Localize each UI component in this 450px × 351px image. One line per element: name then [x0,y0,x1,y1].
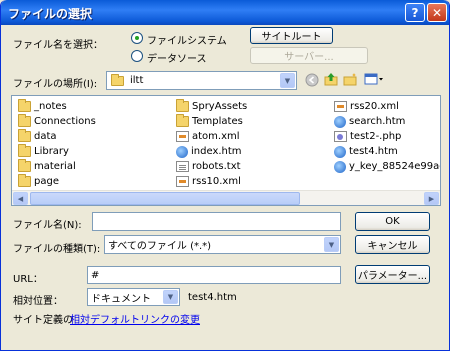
scroll-right-icon[interactable]: ▶ [424,192,439,205]
list-item[interactable]: robots.txt [176,159,241,174]
xml-file-icon [176,176,189,187]
new-folder-icon[interactable] [343,72,357,86]
cancel-button[interactable]: キャンセル [355,235,430,254]
folder-icon [18,159,31,172]
location-dropdown[interactable]: iltt ▼ [106,71,297,90]
xml-file-icon [176,131,189,142]
filetype-value: すべてのファイル (*.*) [108,241,212,252]
list-item[interactable]: data [18,129,57,144]
select-by-label: ファイル名を選択： [13,40,103,51]
folder-icon [18,174,31,187]
site-def-label: サイト定義の [13,315,73,326]
list-item[interactable]: SpryAssets [176,99,247,114]
html-file-icon [176,145,188,158]
radio-filesystem-label[interactable]: ファイルシステム [147,32,227,47]
list-item[interactable]: page [18,174,59,189]
folder-icon [18,129,31,142]
parameters-button[interactable]: パラメーター... [355,265,430,284]
radio-datasource-label[interactable]: データソース [147,50,207,65]
filename-label: ファイル名(N): [13,220,82,231]
list-item[interactable]: test2-.php [334,129,401,144]
scroll-left-icon[interactable]: ◀ [13,192,28,205]
url-input[interactable]: # [87,266,341,284]
file-list[interactable]: _notes Connections data Library material… [11,95,441,206]
list-item[interactable]: index.htm [176,144,242,159]
folder-icon [111,73,124,86]
url-label: URL： [13,274,43,285]
list-item[interactable]: rss20.xml [334,99,399,114]
list-item[interactable]: y_key_88524e99ad [334,159,440,174]
close-button[interactable]: ✕ [427,3,447,22]
file-select-dialog: ファイルの選択 ? ✕ ファイル名を選択： ファイルシステム データソース サイ… [0,0,450,351]
scrollbar-thumb[interactable] [30,192,300,205]
filename-input[interactable] [92,212,341,231]
html-file-icon [334,145,346,158]
ok-button[interactable]: OK [355,212,430,231]
change-default-link[interactable]: 相対デフォルトリンクの変更 [70,311,200,326]
location-value: iltt [130,75,144,86]
up-folder-icon[interactable] [324,72,338,86]
filetype-label: ファイルの種類(T): [13,244,101,255]
radio-filesystem[interactable] [131,32,143,44]
list-item[interactable]: _notes [18,99,67,114]
title-bar[interactable]: ファイルの選択 ? ✕ [1,0,449,25]
folder-icon [18,99,31,112]
list-item[interactable]: Library [18,144,69,159]
php-file-icon [334,131,347,142]
list-item[interactable]: material [18,159,76,174]
relative-value: ドキュメント [91,293,151,305]
filetype-dropdown[interactable]: すべてのファイル (*.*) ▼ [104,235,341,254]
chevron-down-icon[interactable]: ▼ [280,73,295,88]
relative-file: test4.htm [188,292,237,303]
text-file-icon [176,161,189,172]
folder-icon [176,99,189,112]
server-button[interactable]: サーバー... [250,47,368,64]
chevron-down-icon[interactable]: ▼ [163,290,178,304]
radio-datasource[interactable] [131,50,143,62]
back-icon[interactable] [305,73,319,87]
html-file-icon [334,115,346,128]
list-item[interactable]: rss10.xml [176,174,241,189]
html-file-icon [334,160,346,173]
list-item[interactable]: Connections [18,114,96,129]
relative-dropdown[interactable]: ドキュメント ▼ [87,288,180,306]
window-title: ファイルの選択 [8,7,93,21]
horizontal-scrollbar[interactable]: ◀ ▶ [12,190,440,205]
xml-file-icon [334,101,347,112]
folder-icon [176,114,189,127]
location-label: ファイルの場所(I): [13,79,98,90]
relative-label: 相対位置： [13,296,63,307]
list-item[interactable]: test4.htm [334,144,398,159]
chevron-down-icon[interactable]: ▼ [324,237,339,252]
list-item[interactable]: search.htm [334,114,405,129]
site-root-button[interactable]: サイトルート [250,27,333,44]
list-item[interactable]: Templates [176,114,243,129]
view-menu-icon[interactable] [364,72,384,86]
help-button[interactable]: ? [405,3,425,22]
list-item[interactable]: atom.xml [176,129,240,144]
folder-icon [18,144,31,157]
folder-icon [18,114,31,127]
